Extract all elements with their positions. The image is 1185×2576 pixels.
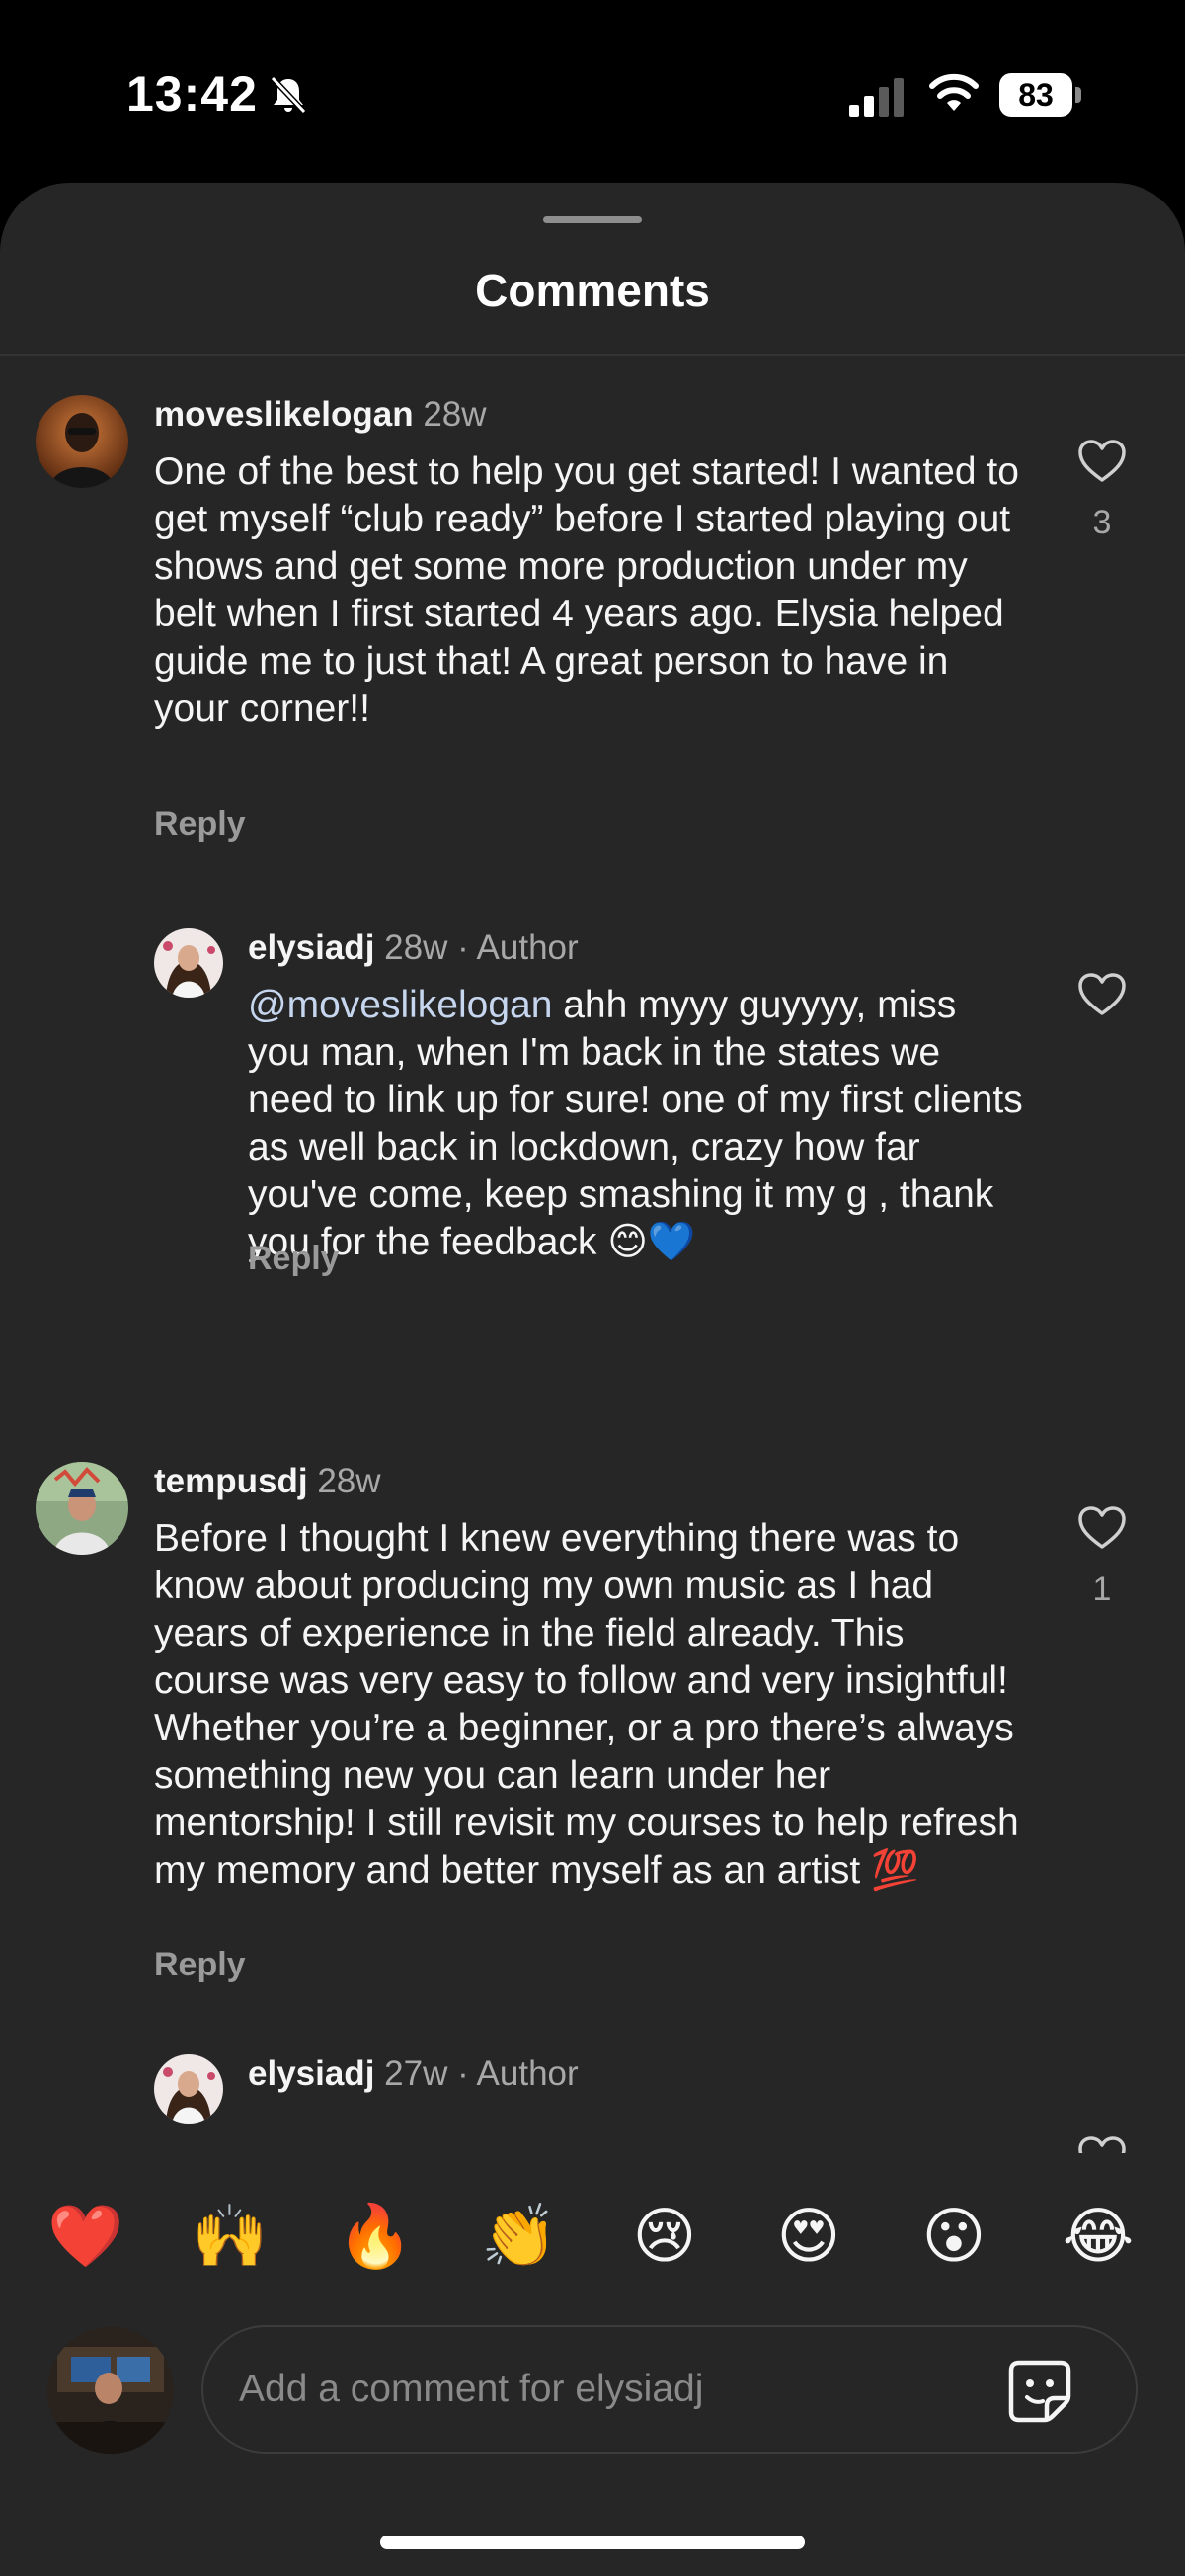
- comment-username[interactable]: moveslikelogan: [154, 395, 414, 434]
- home-indicator[interactable]: [380, 2536, 805, 2549]
- comment-header: moveslikelogan 28w: [154, 395, 487, 435]
- reaction-raised-hands[interactable]: 🙌: [191, 2198, 270, 2277]
- comment-list[interactable]: moveslikelogan 28w One of the best to he…: [0, 356, 1185, 2153]
- heart-outline-icon[interactable]: [1076, 972, 1128, 1017]
- comment-username[interactable]: elysiadj: [248, 2054, 374, 2093]
- reaction-fire[interactable]: 🔥: [336, 2198, 415, 2277]
- sticker-icon[interactable]: [1005, 2357, 1074, 2426]
- reaction-laughing[interactable]: 😂: [1059, 2198, 1138, 2277]
- reaction-crying[interactable]: 😢: [625, 2198, 704, 2277]
- comment-text: @moveslikelogan ahh myyy guyyyy, miss yo…: [248, 982, 1028, 1266]
- comment-text: Before I thought I knew everything there…: [154, 1517, 1019, 1892]
- comment-text: One of the best to help you get started!…: [154, 450, 1019, 730]
- heart-outline-icon[interactable]: [1076, 1505, 1128, 1551]
- cellular-signal-icon: [849, 78, 904, 117]
- comment-input[interactable]: [239, 2327, 970, 2452]
- sheet-grabber[interactable]: [543, 216, 642, 223]
- avatar[interactable]: [36, 1462, 128, 1555]
- battery-indicator: 83: [999, 73, 1081, 117]
- sheet-title: Comments: [475, 265, 710, 316]
- avatar[interactable]: [154, 928, 223, 998]
- quick-reaction-bar: ❤️ 🙌 🔥 👏 😢 😍 😮 😂: [0, 2153, 1185, 2321]
- like-count: 1: [1092, 1570, 1112, 1608]
- reply-button[interactable]: Reply: [248, 1240, 340, 1278]
- wifi-icon: [929, 73, 979, 111]
- comment-username[interactable]: tempusdj: [154, 1462, 308, 1500]
- mention-link[interactable]: @moveslikelogan: [248, 984, 552, 1026]
- reply-button[interactable]: Reply: [154, 1946, 246, 1984]
- comment-reply-item: elysiadj 27w · Author: [0, 2035, 1185, 2153]
- reply-button[interactable]: Reply: [154, 805, 246, 844]
- comment-timestamp: 28w: [423, 395, 487, 434]
- reaction-heart[interactable]: ❤️: [46, 2198, 125, 2277]
- like-count: 3: [1092, 504, 1112, 541]
- battery-level: 83: [999, 73, 1072, 117]
- status-bar: 13:42 83: [0, 0, 1185, 188]
- comment-item: moveslikelogan 28w One of the best to he…: [0, 356, 1185, 909]
- avatar[interactable]: [154, 2054, 223, 2124]
- comment-header: elysiadj 27w · Author: [248, 2054, 579, 2094]
- current-user-avatar[interactable]: [47, 2327, 174, 2454]
- comment-timestamp: 28w · Author: [384, 928, 579, 967]
- reaction-surprised[interactable]: 😮: [914, 2198, 993, 2277]
- comment-field-container: [201, 2325, 1138, 2454]
- comment-item: tempusdj 28w Before I thought I knew eve…: [0, 1422, 1185, 2035]
- reaction-heart-eyes[interactable]: 😍: [769, 2198, 848, 2277]
- bell-slash-icon: [270, 75, 307, 115]
- comment-header: elysiadj 28w · Author: [248, 928, 579, 968]
- reaction-clap[interactable]: 👏: [480, 2198, 559, 2277]
- battery-cap: [1075, 87, 1081, 103]
- comment-username[interactable]: elysiadj: [248, 928, 374, 967]
- avatar[interactable]: [36, 395, 128, 488]
- comment-reply-item: elysiadj 28w · Author @moveslikelogan ah…: [0, 909, 1185, 1462]
- comment-composer: [0, 2311, 1185, 2454]
- comment-timestamp: 28w: [317, 1462, 381, 1500]
- comment-timestamp: 27w · Author: [384, 2054, 579, 2093]
- heart-outline-icon[interactable]: [1076, 439, 1128, 484]
- status-time: 13:42: [126, 66, 258, 121]
- comment-header: tempusdj 28w: [154, 1462, 381, 1501]
- heart-outline-icon[interactable]: [1076, 2135, 1128, 2153]
